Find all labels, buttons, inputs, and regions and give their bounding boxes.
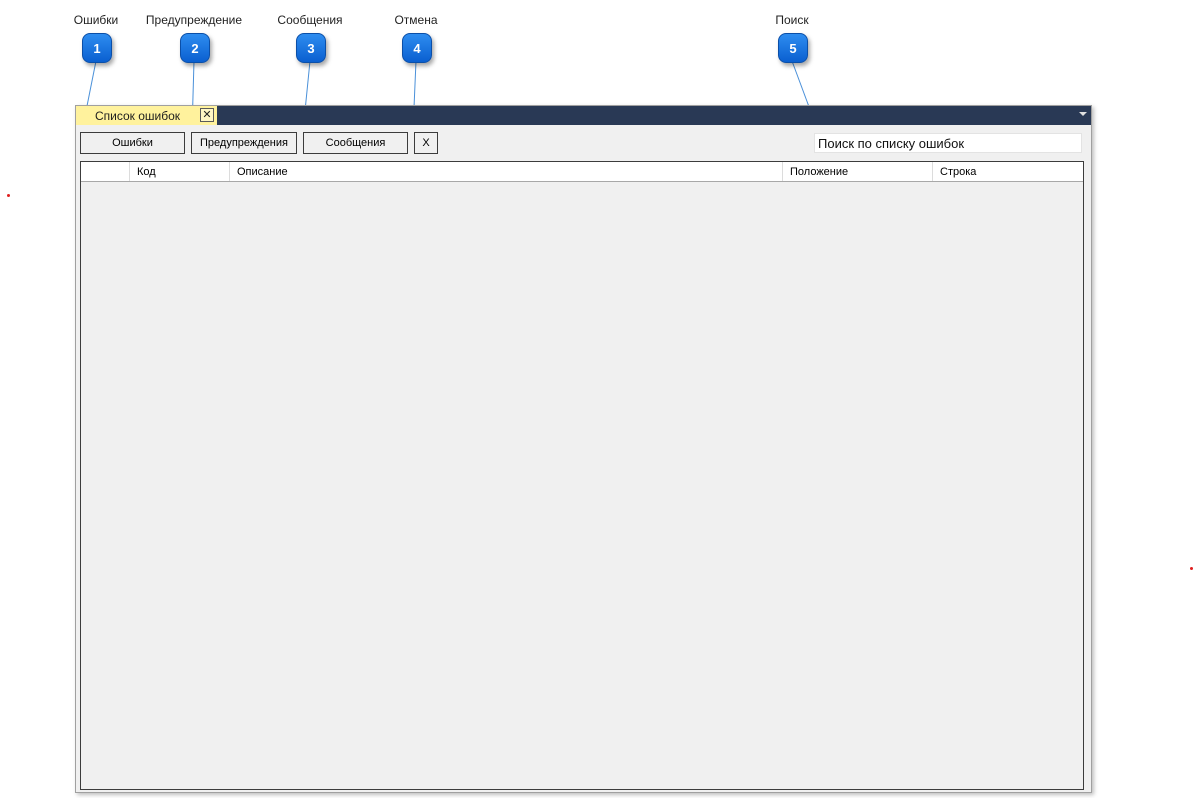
callout-badge-4: 4: [402, 33, 432, 63]
marker-dot: [7, 194, 10, 197]
callout-badge-1: 1: [82, 33, 112, 63]
close-icon[interactable]: ✕: [200, 108, 214, 122]
tab-title: Список ошибок: [95, 108, 181, 123]
column-header-select[interactable]: [81, 162, 130, 181]
search-input[interactable]: Поиск по списку ошибок: [814, 133, 1082, 153]
error-list-grid: Код Описание Положение Строка: [80, 161, 1084, 790]
tab-bar: Список ошибок ✕: [76, 106, 1091, 125]
callout-label-messages: Сообщения: [277, 13, 343, 27]
warnings-button[interactable]: Предупреждения: [191, 132, 297, 154]
messages-button[interactable]: Сообщения: [303, 132, 408, 154]
column-header-description[interactable]: Описание: [230, 162, 783, 181]
grid-header: Код Описание Положение Строка: [81, 162, 1083, 182]
callout-badge-3: 3: [296, 33, 326, 63]
chevron-down-icon[interactable]: [1079, 112, 1087, 116]
callout-label-cancel: Отмена: [394, 13, 438, 27]
tab-error-list[interactable]: Список ошибок ✕: [76, 106, 217, 125]
callout-badge-5: 5: [778, 33, 808, 63]
column-header-line[interactable]: Строка: [933, 162, 1083, 181]
callout-label-errors: Ошибки: [73, 13, 119, 27]
column-header-location[interactable]: Положение: [783, 162, 933, 181]
callout-badge-2: 2: [180, 33, 210, 63]
column-header-code[interactable]: Код: [130, 162, 230, 181]
callout-label-search: Поиск: [775, 13, 809, 27]
errors-button[interactable]: Ошибки: [80, 132, 185, 154]
callout-label-warning: Предупреждение: [145, 13, 243, 27]
error-list-window: Список ошибок ✕ Ошибки Предупреждения Со…: [75, 105, 1092, 793]
marker-dot: [1190, 567, 1193, 570]
cancel-button[interactable]: X: [414, 132, 438, 154]
